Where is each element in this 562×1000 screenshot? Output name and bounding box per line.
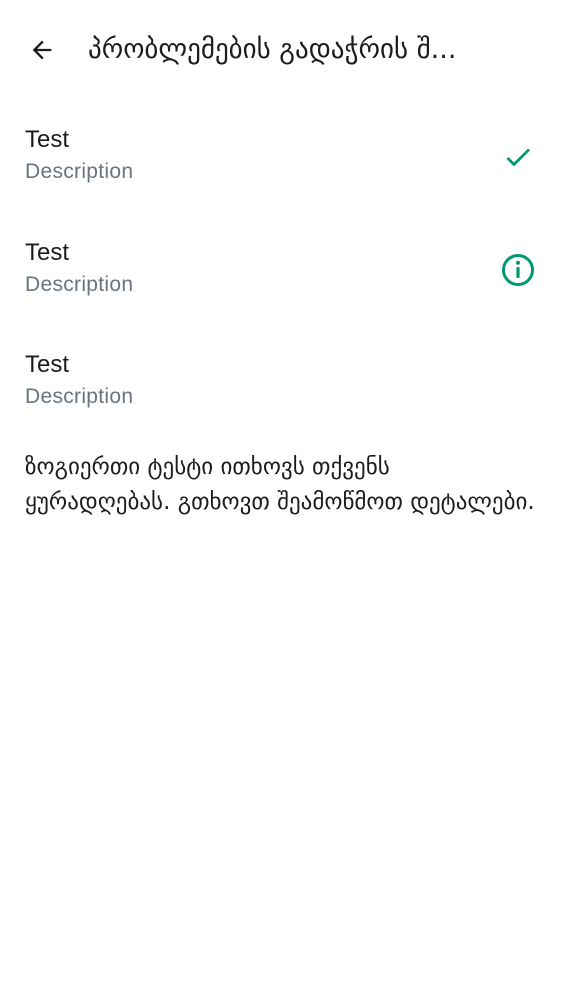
- page-title: პრობლემების გადაჭრის შ...: [88, 34, 457, 65]
- check-icon: [500, 139, 536, 175]
- info-icon[interactable]: [500, 252, 536, 288]
- test-item-2[interactable]: Test Description: [0, 213, 562, 326]
- test-name: Test: [25, 351, 70, 378]
- arrow-back-icon: [32, 40, 52, 60]
- test-description: Description: [25, 272, 134, 296]
- test-name: Test: [25, 238, 70, 266]
- test-description: Description: [25, 160, 134, 183]
- back-button[interactable]: [20, 28, 64, 72]
- test-description: Description: [25, 385, 134, 408]
- test-item-1[interactable]: Test Description: [0, 100, 562, 213]
- test-item-3[interactable]: Test Description: [0, 325, 562, 438]
- test-name: Test: [25, 126, 70, 153]
- app-bar: პრობლემების გადაჭრის შ...: [0, 0, 562, 100]
- attention-notice: ზოგიერთი ტესტი ითხოვს თქვენს ყურადღებას.…: [25, 454, 535, 515]
- test-list: Test Description Test Description Test D…: [0, 100, 562, 438]
